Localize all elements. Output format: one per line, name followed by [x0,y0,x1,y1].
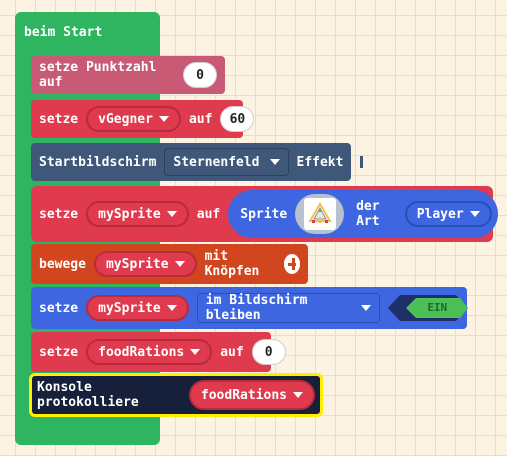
chevron-down-icon [269,159,280,165]
start-screen-label: Startbildschirm [39,154,157,170]
effect-dropdown[interactable]: Sternenfeld [164,148,289,176]
set-score-block[interactable]: setze Punktzahl auf 0 [31,56,225,94]
flag-variable-dropdown[interactable]: mySprite [86,295,189,321]
sprite-variable-dropdown[interactable]: mySprite [86,201,189,227]
sprite-kind-name: Player [416,206,464,222]
move-variable-dropdown[interactable]: mySprite [93,251,197,277]
sprite-variable-name: mySprite [98,206,161,222]
kind-label: der Art [356,199,380,229]
console-log-label: Konsole protokolliere [37,380,139,410]
set-food-label: setze [39,344,79,360]
chevron-down-icon [190,349,201,355]
chevron-down-icon [166,305,177,311]
food-to-label: auf [220,344,244,360]
set-sprite-flag-block[interactable]: setze mySprite im Bildschirm bleiben EIN [31,287,468,329]
plus-icon[interactable] [283,254,300,274]
set-enemy-block[interactable]: setze vGegner auf 60 [31,100,255,138]
move-label: bewege [39,256,86,272]
sprite-thumbnail-icon [303,198,336,230]
sprite-kind-dropdown[interactable]: Player [404,201,492,227]
sprite-image-picker[interactable] [295,194,345,234]
chevron-down-icon [158,116,169,122]
enemy-to-label: auf [188,111,213,127]
flag-dropdown[interactable]: im Bildschirm bleiben [196,293,380,323]
score-value-input[interactable]: 0 [183,62,217,88]
flag-name: im Bildschirm bleiben [205,293,308,323]
set-sprite-label: setze [39,206,79,222]
with-buttons-label: mit Knöpfen [204,249,260,279]
flag-variable-name: mySprite [98,300,161,316]
chevron-down-icon [360,305,371,311]
log-variable-dropdown[interactable]: foodRations [188,380,315,410]
move-sprite-block[interactable]: bewege mySprite mit Knöpfen [31,244,308,284]
console-log-block[interactable]: Konsole protokolliere foodRations [29,373,323,417]
set-score-label: setze Punktzahl auf [39,60,157,90]
toggle-label: EIN [427,301,448,314]
chevron-down-icon [293,392,303,398]
food-variable-name: foodRations [98,344,185,360]
toggle-switch[interactable]: EIN [387,293,468,323]
set-flag-label: setze [39,300,79,316]
move-variable-name: mySprite [105,256,169,272]
set-food-block[interactable]: setze foodRations auf 0 [31,332,286,372]
food-variable-dropdown[interactable]: foodRations [86,339,213,365]
food-value-input[interactable]: 0 [251,339,286,365]
start-screen-effect-block[interactable]: Startbildschirm Sternenfeld Effekt [31,143,363,181]
effect-name: Sternenfeld [173,154,260,170]
enemy-value-input[interactable]: 60 [220,106,255,132]
chevron-down-icon [166,211,177,217]
set-enemy-label: setze [39,111,79,127]
sprite-to-label: auf [196,206,221,222]
enemy-variable-dropdown[interactable]: vGegner [86,106,181,132]
enemy-variable-name: vGegner [98,111,153,127]
chevron-down-icon [469,211,480,217]
effect-label: Effekt [296,154,344,170]
log-variable-name: foodRations [200,387,287,403]
sprite-label: Sprite [240,206,288,222]
chevron-down-icon [174,261,185,267]
create-sprite-block[interactable]: Sprite der Art Player [228,190,498,238]
set-sprite-block[interactable]: setze mySprite auf Sprite der Art Player [31,186,498,242]
on-start-label: beim Start [24,25,103,40]
